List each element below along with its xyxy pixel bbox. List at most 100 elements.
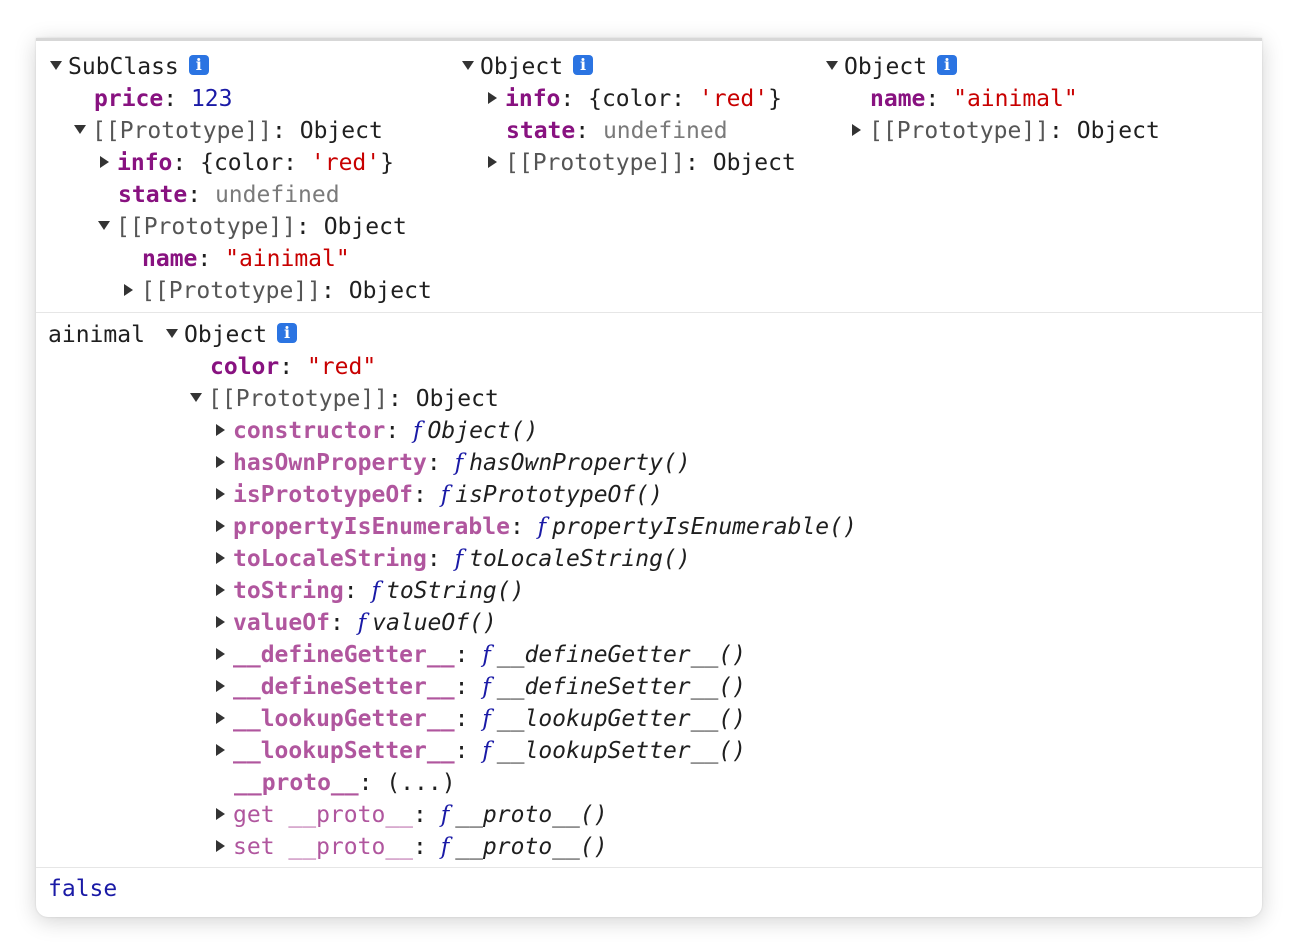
method-key: toString — [233, 578, 344, 604]
subclass-object-header[interactable]: SubClass i — [50, 51, 209, 83]
method-key: __lookupSetter__ — [233, 738, 455, 764]
expand-triangle-right-icon[interactable] — [216, 519, 225, 532]
property-value: "ainimal" — [953, 86, 1078, 112]
function-icon: f — [482, 642, 491, 668]
prototype-row[interactable]: [[Prototype]]: Object — [488, 147, 796, 179]
expand-triangle-right-icon[interactable] — [216, 615, 225, 628]
expand-triangle-right-icon[interactable] — [216, 711, 225, 724]
method-row[interactable]: toLocaleString: f toLocaleString() — [216, 543, 691, 575]
method-value: toLocaleString() — [469, 546, 691, 572]
property-key: [[Prototype]] — [92, 118, 273, 144]
method-row[interactable]: constructor: f Object() — [216, 415, 538, 447]
function-icon: f — [454, 546, 464, 572]
expand-triangle-right-icon[interactable] — [216, 807, 225, 820]
expand-triangle-right-icon[interactable] — [216, 839, 225, 852]
property-row: name: "ainimal" — [142, 246, 350, 272]
expand-triangle-down-icon[interactable] — [190, 393, 202, 402]
property-value: Object — [1076, 118, 1160, 144]
prototype-row[interactable]: [[Prototype]]: Object — [98, 211, 407, 243]
expand-triangle-down-icon[interactable] — [50, 61, 62, 70]
method-row[interactable]: hasOwnProperty: f hasOwnProperty() — [216, 447, 691, 479]
prototype-row[interactable]: [[Prototype]]: Object — [124, 275, 432, 307]
object-header[interactable]: Object i — [462, 51, 594, 83]
expand-triangle-right-icon[interactable] — [216, 583, 225, 596]
property-value: 123 — [190, 86, 233, 112]
expand-triangle-right-icon[interactable] — [852, 123, 861, 136]
property-row: name: "ainimal" — [870, 86, 1078, 112]
info-icon[interactable]: i — [188, 54, 209, 75]
method-row[interactable]: isPrototypeOf: f isPrototypeOf() — [216, 479, 663, 511]
setter-row[interactable]: set __proto__: f __proto__() — [216, 831, 608, 863]
setter-key: set __proto__ — [233, 834, 414, 860]
method-row[interactable]: __lookupSetter__: f __lookupSetter__() — [216, 735, 746, 767]
expand-triangle-down-icon[interactable] — [166, 329, 178, 338]
method-row[interactable]: __lookupGetter__: f __lookupGetter__() — [216, 703, 746, 735]
expand-triangle-right-icon[interactable] — [216, 647, 225, 660]
log-label-text: ainimal — [48, 322, 145, 348]
proto-accessor-row[interactable]: __proto__: (...) — [234, 767, 456, 799]
function-icon: f — [440, 834, 450, 860]
console-output-panel: SubClass i price: 123 [[Prototype]]: Obje… — [36, 38, 1262, 917]
expand-triangle-right-icon[interactable] — [124, 283, 133, 296]
info-icon[interactable]: i — [573, 54, 594, 75]
property-row[interactable]: info: {color: 'red'} — [488, 83, 782, 115]
method-value: __lookupGetter__() — [496, 706, 747, 732]
expand-triangle-down-icon[interactable] — [98, 221, 110, 230]
method-key: hasOwnProperty — [233, 450, 427, 476]
function-icon: f — [413, 418, 422, 444]
property-key: state — [506, 118, 576, 144]
console-message-row: ainimal — [48, 319, 145, 351]
method-value: __defineSetter__() — [496, 674, 747, 700]
method-row[interactable]: __defineSetter__: f __defineSetter__() — [216, 671, 746, 703]
expand-triangle-down-icon[interactable] — [74, 125, 86, 134]
info-icon[interactable]: i — [937, 54, 958, 75]
getter-row[interactable]: get __proto__: f __proto__() — [216, 799, 608, 831]
method-row[interactable]: toString: f toString() — [216, 575, 524, 607]
method-row[interactable]: valueOf: f valueOf() — [216, 607, 497, 639]
expand-triangle-down-icon[interactable] — [462, 61, 474, 70]
expand-triangle-right-icon[interactable] — [216, 487, 225, 500]
property-key: name — [870, 86, 926, 112]
expand-triangle-right-icon[interactable] — [216, 455, 225, 468]
getter-key: get __proto__ — [233, 802, 414, 828]
method-value: propertyIsEnumerable() — [552, 514, 857, 540]
expand-triangle-down-icon[interactable] — [826, 61, 838, 70]
method-key: propertyIsEnumerable — [233, 514, 510, 540]
prototype-row[interactable]: [[Prototype]]: Object — [74, 115, 383, 147]
property-value: Object — [348, 278, 432, 304]
function-icon: f — [482, 706, 491, 732]
expand-triangle-right-icon[interactable] — [216, 679, 225, 692]
prototype-row[interactable]: [[Prototype]]: Object — [852, 115, 1160, 147]
console-message-divider — [36, 312, 1262, 313]
property-value: Object — [712, 150, 796, 176]
expand-triangle-right-icon[interactable] — [216, 743, 225, 756]
object-header[interactable]: Object i — [826, 51, 958, 83]
lazy-value[interactable]: (...) — [386, 770, 455, 796]
property-row[interactable]: info: {color: 'red'} — [100, 147, 394, 179]
info-icon[interactable]: i — [277, 322, 298, 343]
method-value: hasOwnProperty() — [469, 450, 691, 476]
object-type-label: Object — [480, 54, 564, 80]
property-value: "red" — [306, 354, 377, 380]
function-icon: f — [454, 450, 464, 476]
expand-triangle-right-icon[interactable] — [216, 423, 225, 436]
expand-triangle-right-icon[interactable] — [100, 155, 109, 168]
property-value: undefined — [214, 182, 340, 208]
expand-triangle-right-icon[interactable] — [216, 551, 225, 564]
method-row[interactable]: __defineGetter__: f __defineGetter__() — [216, 639, 746, 671]
prototype-row[interactable]: [[Prototype]]: Object — [190, 383, 499, 415]
method-value: valueOf() — [372, 610, 497, 636]
property-key: [[Prototype]] — [116, 214, 297, 240]
property-row: state: undefined — [118, 182, 340, 208]
property-key: [[Prototype]] — [208, 386, 389, 412]
method-row[interactable]: propertyIsEnumerable: f propertyIsEnumera… — [216, 511, 857, 543]
object-header[interactable]: Object i — [166, 319, 298, 351]
method-value: __defineGetter__() — [496, 642, 747, 668]
boolean-result: false — [48, 876, 118, 902]
method-key: __defineGetter__ — [233, 642, 455, 668]
property-key: color — [210, 354, 280, 380]
expand-triangle-right-icon[interactable] — [488, 91, 497, 104]
property-key: info — [505, 86, 561, 112]
expand-triangle-right-icon[interactable] — [488, 155, 497, 168]
function-icon: f — [440, 802, 450, 828]
